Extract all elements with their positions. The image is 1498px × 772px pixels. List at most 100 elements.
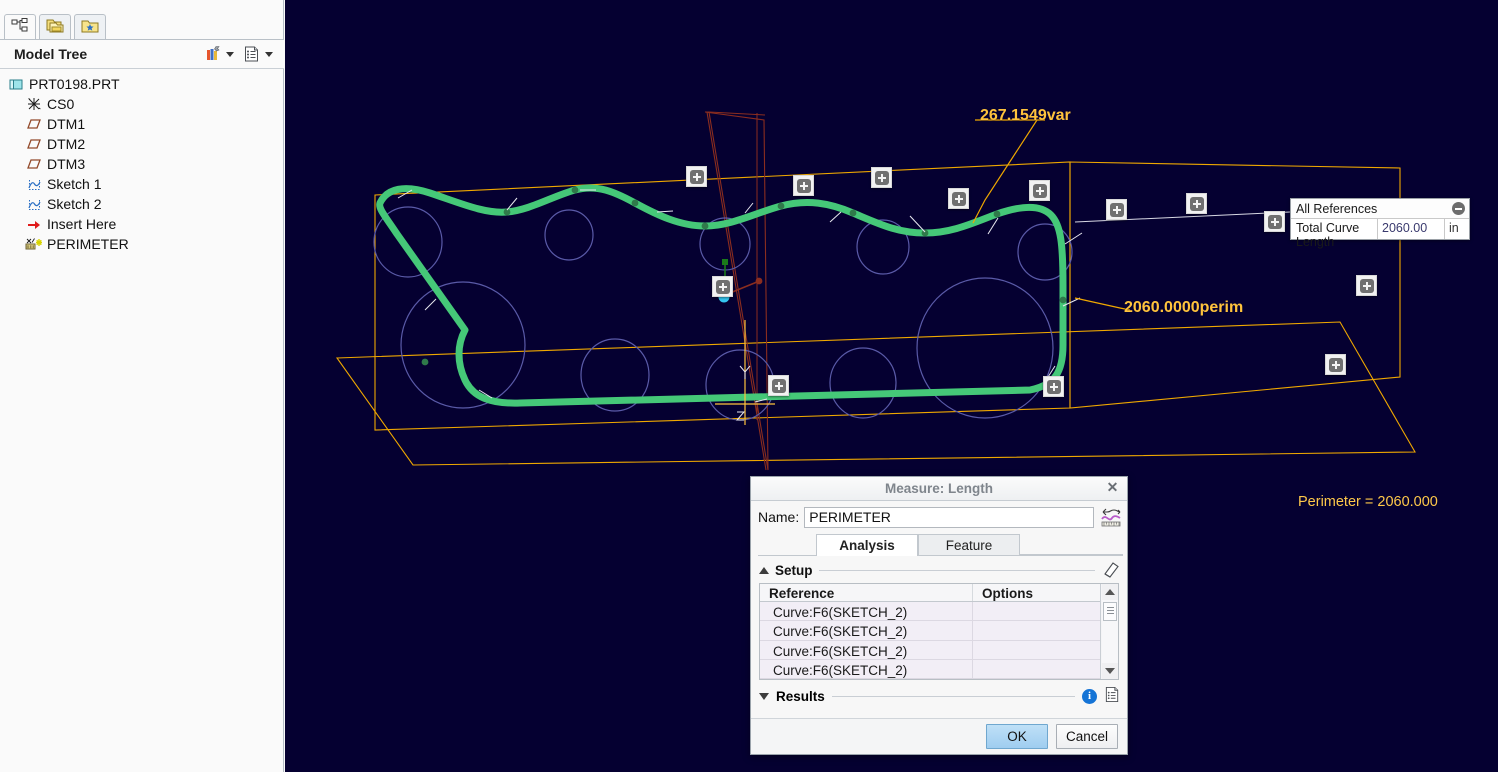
cell-options — [973, 602, 1100, 620]
hole-circles — [373, 206, 1073, 421]
measure-feature-icon — [25, 236, 43, 252]
table-row[interactable]: Curve:F6(SKETCH_2) — [760, 640, 1100, 660]
tree-item-label: Sketch 2 — [47, 196, 102, 212]
tab-analysis[interactable]: Analysis — [816, 534, 918, 556]
curve-drag-handle[interactable] — [793, 175, 814, 196]
datum-plane-icon — [25, 136, 43, 152]
model-tree: PRT0198.PRT CS0 DTM1 DTM2 DTM3 Sketch 1 … — [0, 70, 284, 254]
curve-drag-handle[interactable] — [948, 188, 969, 209]
tree-item-insert-here[interactable]: Insert Here — [0, 214, 284, 234]
table-row[interactable]: Curve:F6(SKETCH_2) — [760, 659, 1100, 679]
tree-item-label: DTM1 — [47, 116, 86, 132]
navigator-tab-folder-browser[interactable] — [39, 14, 71, 40]
tree-item-cs0[interactable]: CS0 — [0, 94, 284, 114]
cell-options — [973, 621, 1100, 639]
results-label: Results — [776, 688, 825, 704]
table-row[interactable]: Curve:F6(SKETCH_2) — [760, 621, 1100, 641]
table-row[interactable]: Curve:F6(SKETCH_2) — [760, 602, 1100, 622]
reference-table[interactable]: Reference Options Curve:F6(SKETCH_2) Cur… — [759, 583, 1119, 680]
perimeter-dimension-label[interactable]: 2060.0000perim — [1124, 299, 1243, 317]
tab-analysis-label: Analysis — [839, 538, 895, 553]
measure-length-dialog[interactable]: Measure: Length ✕ Name: Analysis — [750, 476, 1128, 755]
curve-drag-handle[interactable] — [1325, 354, 1346, 375]
reference-table-body: Reference Options Curve:F6(SKETCH_2) Cur… — [760, 584, 1100, 679]
name-input[interactable] — [804, 506, 1094, 528]
perim-dimension-leader — [1074, 297, 1131, 311]
chevron-down-icon-2[interactable] — [265, 51, 273, 57]
all-references-tooltip[interactable]: All References Total Curve Length 2060.0… — [1290, 198, 1470, 249]
tree-item-sketch-2[interactable]: Sketch 2 — [0, 194, 284, 214]
tree-item-sketch-1[interactable]: Sketch 1 — [0, 174, 284, 194]
cancel-button[interactable]: Cancel — [1056, 724, 1118, 749]
measure-curve-icon[interactable] — [1099, 505, 1123, 529]
info-icon[interactable]: i — [1082, 688, 1097, 704]
cell-reference: Curve:F6(SKETCH_2) — [760, 659, 973, 678]
tooltip-title: All References — [1296, 201, 1378, 216]
sketch-icon — [25, 196, 43, 212]
chevron-down-icon[interactable] — [226, 51, 234, 57]
tree-item-part[interactable]: PRT0198.PRT — [0, 74, 284, 94]
navigator-tab-favorites[interactable] — [74, 14, 106, 40]
curve-drag-handle[interactable] — [1264, 211, 1285, 232]
curve-drag-handle[interactable] — [871, 167, 892, 188]
curve-drag-handle[interactable] — [1186, 193, 1207, 214]
csys-axis-labels — [735, 365, 751, 421]
scroll-down-arrow-icon[interactable] — [1101, 663, 1118, 679]
part-icon — [7, 76, 25, 92]
tree-item-dtm2[interactable]: DTM2 — [0, 134, 284, 154]
setup-section-header[interactable]: Setup — [759, 560, 1121, 581]
dialog-titlebar[interactable]: Measure: Length ✕ — [751, 477, 1127, 501]
cell-options — [973, 660, 1100, 678]
curve-drag-handle[interactable] — [1106, 199, 1127, 220]
model-tree-toolbar — [202, 43, 278, 65]
scroll-up-arrow-icon[interactable] — [1101, 584, 1118, 600]
minus-circle-icon[interactable] — [1452, 202, 1465, 215]
scrollbar-thumb[interactable] — [1102, 602, 1117, 621]
report-icon[interactable] — [1104, 686, 1121, 706]
cell-options — [973, 641, 1100, 659]
tab-filler — [1020, 534, 1123, 555]
tree-item-label: Insert Here — [47, 216, 117, 232]
navigator-tab-model-tree[interactable] — [4, 14, 36, 40]
name-label: Name: — [758, 509, 800, 525]
tooltip-header: All References — [1291, 199, 1469, 219]
close-icon[interactable]: ✕ — [1105, 480, 1120, 495]
column-header-options: Options — [982, 586, 1033, 601]
cell-reference: Curve:F6(SKETCH_2) — [760, 640, 973, 659]
sketch-icon — [25, 176, 43, 192]
page-title: Model Tree — [14, 46, 88, 62]
curve-drag-handle[interactable] — [1043, 376, 1064, 397]
tree-item-perimeter[interactable]: PERIMETER — [0, 234, 284, 254]
navigator-tab-strip — [0, 10, 109, 40]
ok-button[interactable]: OK — [986, 724, 1048, 749]
curve-drag-handle[interactable] — [1029, 180, 1050, 201]
curve-drag-handle[interactable] — [768, 375, 789, 396]
tab-feature[interactable]: Feature — [918, 534, 1020, 555]
tools-settings-icon[interactable] — [202, 43, 224, 65]
results-section-header[interactable]: Results i — [759, 686, 1121, 706]
reference-table-scrollbar[interactable] — [1100, 584, 1118, 679]
tree-item-dtm3[interactable]: DTM3 — [0, 154, 284, 174]
list-display-icon[interactable] — [241, 43, 263, 65]
variable-dimension-label[interactable]: 267.1549var — [980, 107, 1071, 125]
tooltip-row-value: 2060.00 — [1378, 219, 1445, 239]
cell-reference: Curve:F6(SKETCH_2) — [760, 621, 973, 640]
folders-icon — [45, 18, 65, 37]
section-divider — [831, 695, 1075, 697]
tree-item-dtm1[interactable]: DTM1 — [0, 114, 284, 134]
curve-drag-handle[interactable] — [686, 166, 707, 187]
expand-triangle-icon[interactable] — [759, 692, 769, 700]
tooltip-row-unit: in — [1449, 221, 1459, 235]
collapse-triangle-icon[interactable] — [759, 567, 769, 574]
dialog-tab-strip: Analysis Feature — [758, 533, 1123, 556]
curve-drag-handle[interactable] — [1356, 275, 1377, 296]
tree-item-label: DTM3 — [47, 156, 86, 172]
creo-application-window: Model Tree PRT0198.PRT CS0 DTM1 DTM2 DTM… — [0, 0, 1498, 772]
eraser-icon[interactable] — [1101, 560, 1121, 581]
table-header-row: Reference Options — [760, 584, 1100, 603]
dialog-footer: OK Cancel — [751, 718, 1127, 754]
perimeter-relation-label: Perimeter = 2060.000 — [1298, 494, 1438, 510]
datum-plane-icon — [25, 116, 43, 132]
curve-drag-handle[interactable] — [712, 276, 733, 297]
scrollbar-track[interactable] — [1101, 600, 1118, 663]
